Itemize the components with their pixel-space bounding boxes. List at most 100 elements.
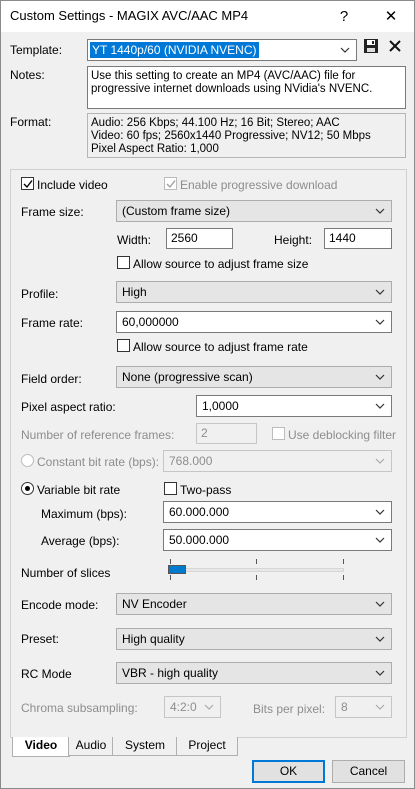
chevron-down-icon: [373, 367, 388, 387]
allow-frame-rate-label: Allow source to adjust frame rate: [133, 340, 308, 354]
template-value: YT 1440p/60 (NVIDIA NVENC): [90, 42, 259, 58]
format-video-line: Video: 60 fps; 2560x1440 Progressive; NV…: [91, 130, 371, 142]
deblocking-checkbox: [272, 427, 285, 440]
profile-value: High: [122, 285, 147, 299]
field-order-label: Field order:: [21, 372, 82, 386]
rc-mode-combo[interactable]: VBR - high quality: [116, 662, 392, 684]
allow-frame-size-label: Allow source to adjust frame size: [133, 257, 309, 271]
constant-bitrate-combo: 768.000: [163, 450, 392, 472]
maximum-combo[interactable]: 60.000.000: [163, 501, 392, 523]
chevron-down-icon: [373, 502, 388, 522]
chevron-down-icon: [338, 40, 353, 60]
maximum-value: 60.000.000: [169, 505, 230, 519]
variable-bitrate-radio[interactable]: [21, 482, 34, 495]
format-par-line: Pixel Aspect Ratio: 1,000: [91, 143, 219, 155]
tab-video[interactable]: Video: [12, 737, 70, 757]
dialog-window: Custom Settings - MAGIX AVC/AAC MP4 ? ✕ …: [0, 0, 415, 789]
average-value: 50.000.000: [169, 533, 230, 547]
constant-bitrate-value: 768.000: [169, 454, 213, 468]
constant-bitrate-label: Constant bit rate (bps):: [37, 455, 160, 469]
two-pass-label: Two-pass: [180, 483, 232, 497]
encode-mode-label: Encode mode:: [21, 598, 99, 612]
cancel-button[interactable]: Cancel: [332, 760, 405, 783]
close-button[interactable]: ✕: [368, 1, 414, 32]
pixel-aspect-combo[interactable]: 1,0000: [196, 395, 392, 417]
tab-system[interactable]: System: [112, 737, 178, 756]
constant-bitrate-radio[interactable]: [21, 454, 34, 467]
frame-rate-value: 60,000000: [122, 315, 179, 329]
allow-frame-rate-checkbox[interactable]: [117, 339, 130, 352]
preset-label: Preset:: [21, 632, 60, 646]
format-label: Format:: [10, 115, 52, 129]
template-label: Template:: [10, 43, 63, 57]
encode-mode-value: NV Encoder: [122, 597, 187, 611]
tab-audio[interactable]: Audio: [68, 737, 114, 756]
pixel-aspect-label: Pixel aspect ratio:: [21, 400, 116, 414]
chroma-combo: 4:2:0: [164, 696, 221, 718]
notes-textarea[interactable]: Use this setting to create an MP4 (AVC/A…: [87, 66, 406, 109]
profile-combo[interactable]: High: [116, 281, 392, 303]
height-label: Height:: [274, 233, 313, 247]
delete-template-icon[interactable]: [387, 38, 405, 56]
slices-slider[interactable]: [167, 559, 347, 581]
tab-project[interactable]: Project: [176, 737, 238, 756]
bits-per-pixel-value: 8: [341, 700, 348, 714]
two-pass-checkbox[interactable]: [164, 482, 177, 495]
rc-mode-label: RC Mode: [21, 667, 72, 681]
deblocking-label: Use deblocking filter: [288, 428, 397, 442]
frame-rate-combo[interactable]: 60,000000: [116, 311, 392, 333]
chevron-down-icon: [373, 594, 388, 614]
include-video-checkbox[interactable]: [21, 177, 34, 190]
title-bar[interactable]: Custom Settings - MAGIX AVC/AAC MP4 ? ✕: [1, 1, 414, 32]
profile-label: Profile:: [21, 287, 59, 301]
help-button[interactable]: ?: [321, 1, 367, 32]
include-video-label: Include video: [37, 178, 108, 192]
width-input[interactable]: 2560: [166, 228, 233, 249]
chroma-value: 4:2:0: [170, 700, 197, 714]
format-info: Audio: 256 Kbps; 44.100 Hz; 16 Bit; Ster…: [87, 113, 406, 158]
slider-thumb[interactable]: [168, 565, 186, 574]
ref-frames-input: 2: [196, 423, 257, 444]
field-order-combo[interactable]: None (progressive scan): [116, 366, 392, 388]
chevron-down-icon: [373, 629, 388, 649]
frame-size-combo[interactable]: (Custom frame size): [116, 200, 392, 222]
ok-button[interactable]: OK: [252, 760, 325, 783]
pixel-aspect-value: 1,0000: [202, 399, 239, 413]
frame-size-label: Frame size:: [21, 205, 84, 219]
chevron-down-icon: [373, 697, 388, 717]
allow-frame-size-checkbox[interactable]: [117, 256, 130, 269]
save-template-icon[interactable]: [363, 38, 381, 56]
chroma-label: Chroma subsampling:: [21, 701, 138, 715]
width-label: Width:: [117, 233, 152, 247]
field-order-value: None (progressive scan): [122, 370, 253, 384]
template-combo[interactable]: YT 1440p/60 (NVIDIA NVENC): [87, 39, 357, 61]
chevron-down-icon: [373, 312, 388, 332]
format-audio-line: Audio: 256 Kbps; 44.100 Hz; 16 Bit; Ster…: [91, 117, 340, 129]
variable-bitrate-label: Variable bit rate: [37, 483, 121, 497]
window-title: Custom Settings - MAGIX AVC/AAC MP4: [10, 8, 249, 23]
progressive-download-checkbox: [164, 177, 177, 190]
slices-label: Number of slices: [21, 566, 111, 580]
frame-size-value: (Custom frame size): [122, 204, 231, 218]
chevron-down-icon: [373, 451, 388, 471]
rc-mode-value: VBR - high quality: [122, 666, 219, 680]
bits-per-pixel-label: Bits per pixel:: [253, 702, 326, 716]
preset-combo[interactable]: High quality: [116, 628, 392, 650]
notes-label: Notes:: [10, 68, 45, 82]
chevron-down-icon: [373, 530, 388, 550]
average-combo[interactable]: 50.000.000: [163, 529, 392, 551]
height-input[interactable]: 1440: [324, 228, 392, 249]
progressive-download-label: Enable progressive download: [180, 178, 338, 192]
maximum-label: Maximum (bps):: [41, 507, 128, 521]
chevron-down-icon: [373, 396, 388, 416]
average-label: Average (bps):: [41, 534, 120, 548]
chevron-down-icon: [373, 663, 388, 683]
preset-value: High quality: [122, 632, 185, 646]
chevron-down-icon: [373, 282, 388, 302]
bits-per-pixel-combo: 8: [335, 696, 392, 718]
frame-rate-label: Frame rate:: [21, 316, 84, 330]
chevron-down-icon: [202, 697, 217, 717]
ref-frames-label: Number of reference frames:: [21, 428, 175, 442]
chevron-down-icon: [373, 201, 388, 221]
encode-mode-combo[interactable]: NV Encoder: [116, 593, 392, 615]
